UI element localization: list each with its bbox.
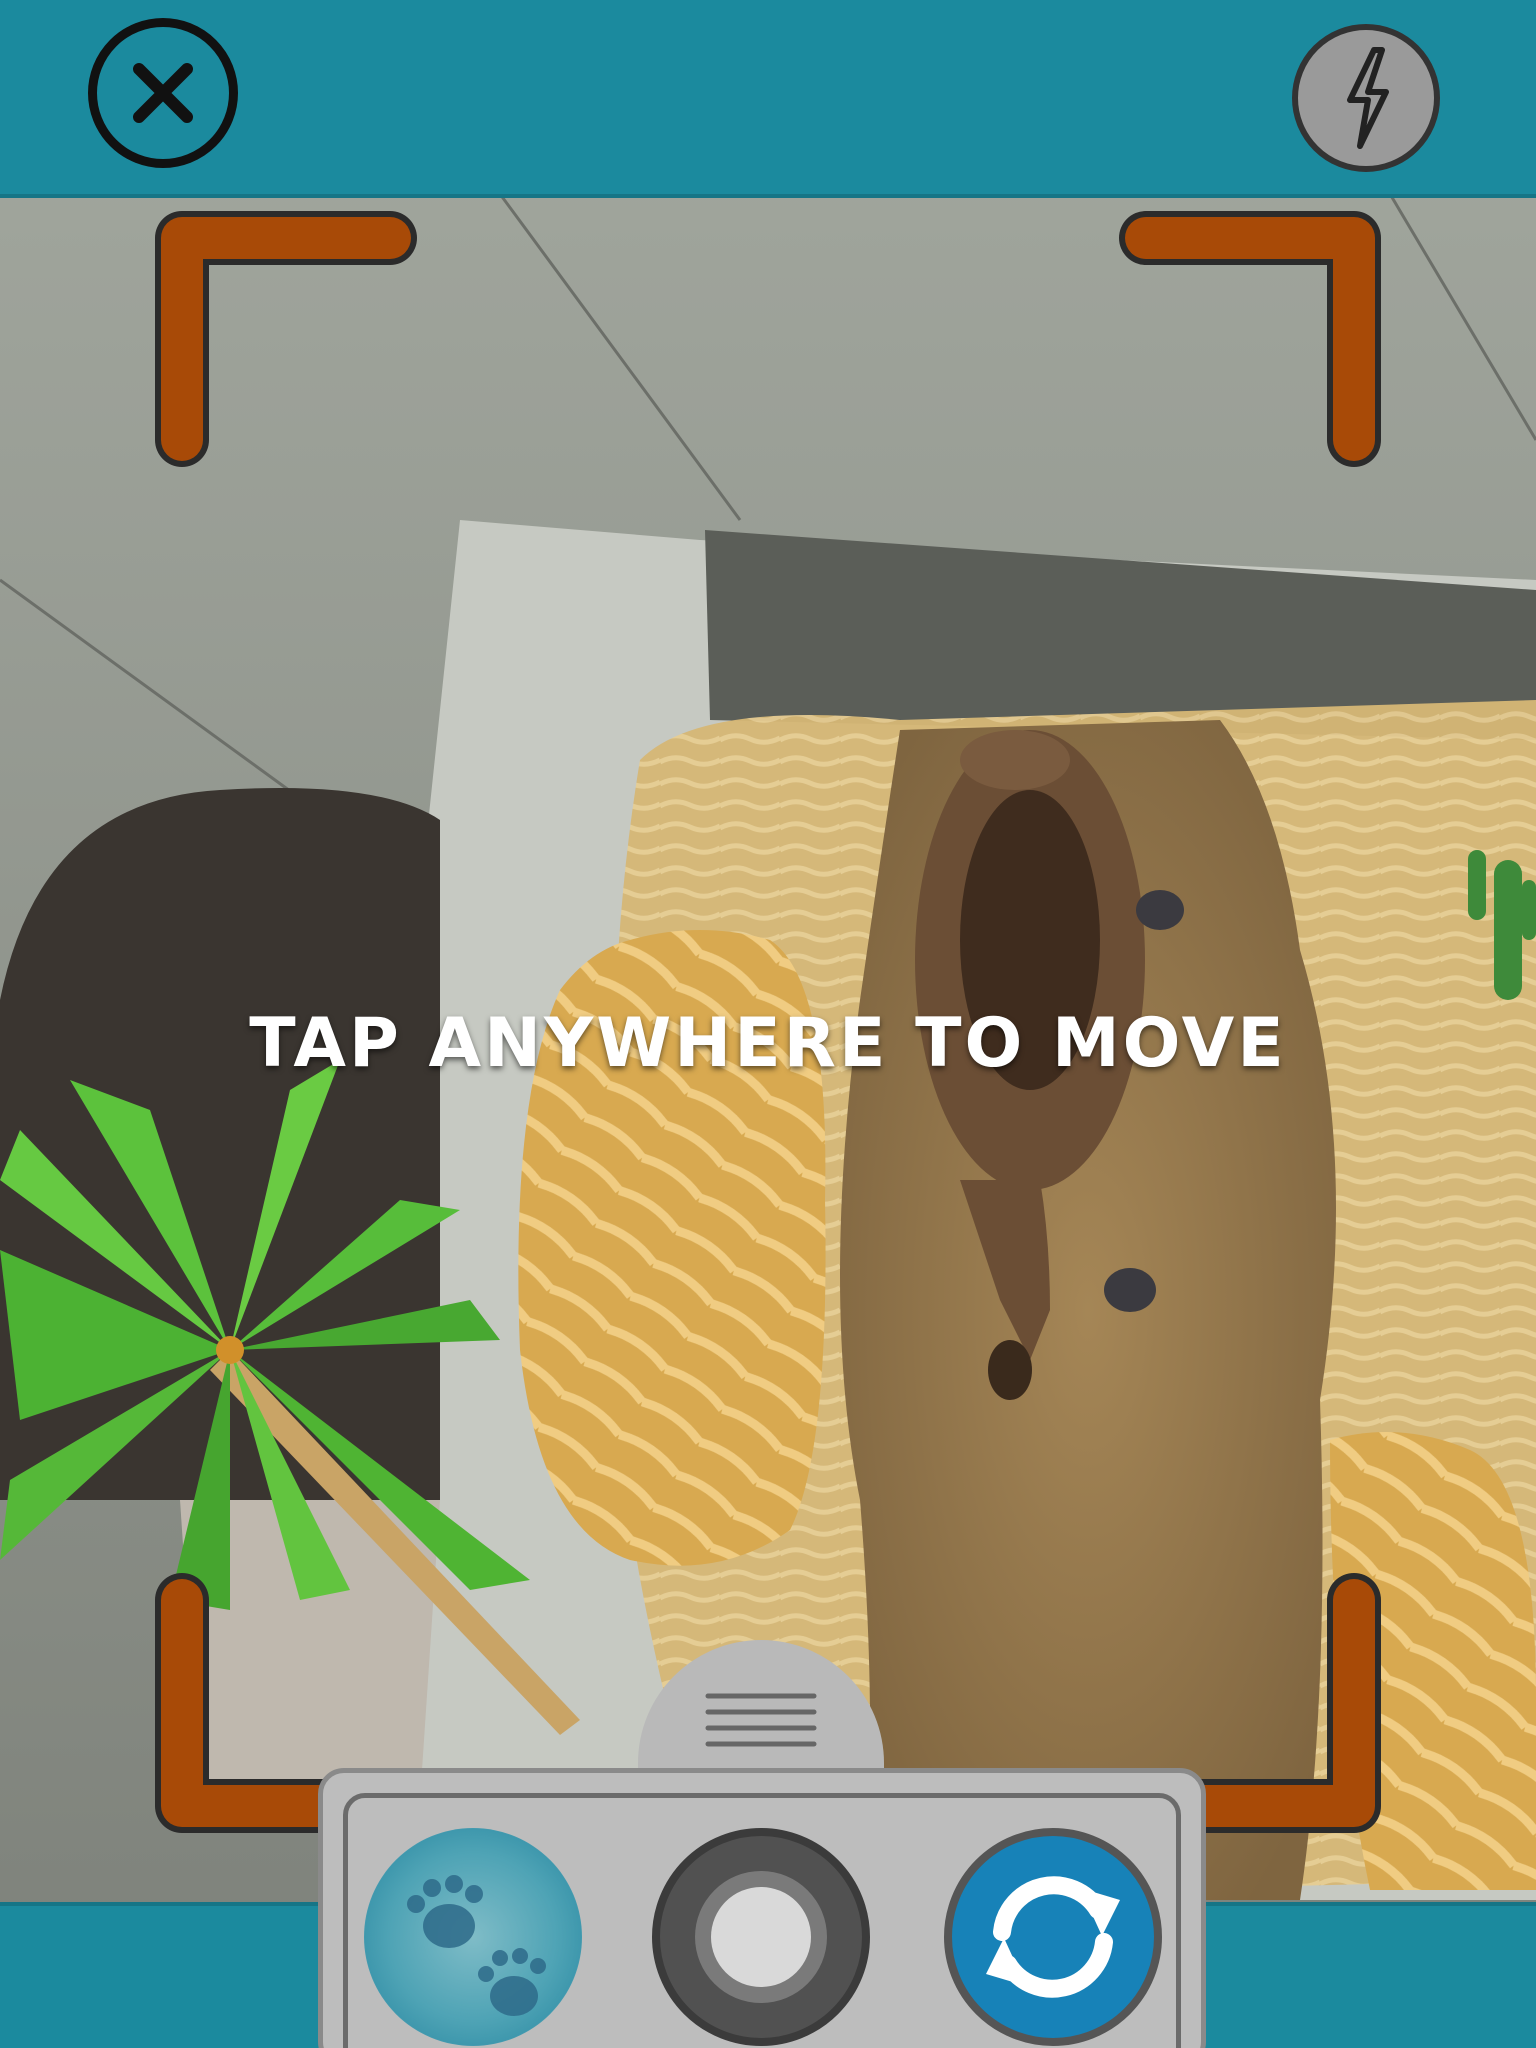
shutter-button[interactable] <box>652 1828 870 2046</box>
flash-icon <box>1347 47 1389 149</box>
tap-to-move-hint: TAP ANYWHERE TO MOVE <box>249 1004 1287 1083</box>
frame-corner-top-left <box>161 217 411 461</box>
flash-button[interactable] <box>1292 24 1440 172</box>
close-icon <box>133 63 193 123</box>
switch-camera-button[interactable] <box>944 1828 1162 2046</box>
paw-prints-icon <box>407 1875 546 2016</box>
frame-corner-top-right <box>1125 217 1375 461</box>
refresh-arrows-icon <box>986 1876 1120 1998</box>
camera-shutter-icon <box>695 1871 827 2003</box>
ar-camera-screen[interactable]: TAP ANYWHERE TO MOVE <box>0 0 1536 2048</box>
animal-mode-button[interactable] <box>364 1828 582 2046</box>
menu-lines-icon <box>705 1693 817 1747</box>
close-button[interactable] <box>88 18 238 168</box>
top-bar <box>0 0 1536 198</box>
tray-handle[interactable] <box>638 1640 884 1782</box>
